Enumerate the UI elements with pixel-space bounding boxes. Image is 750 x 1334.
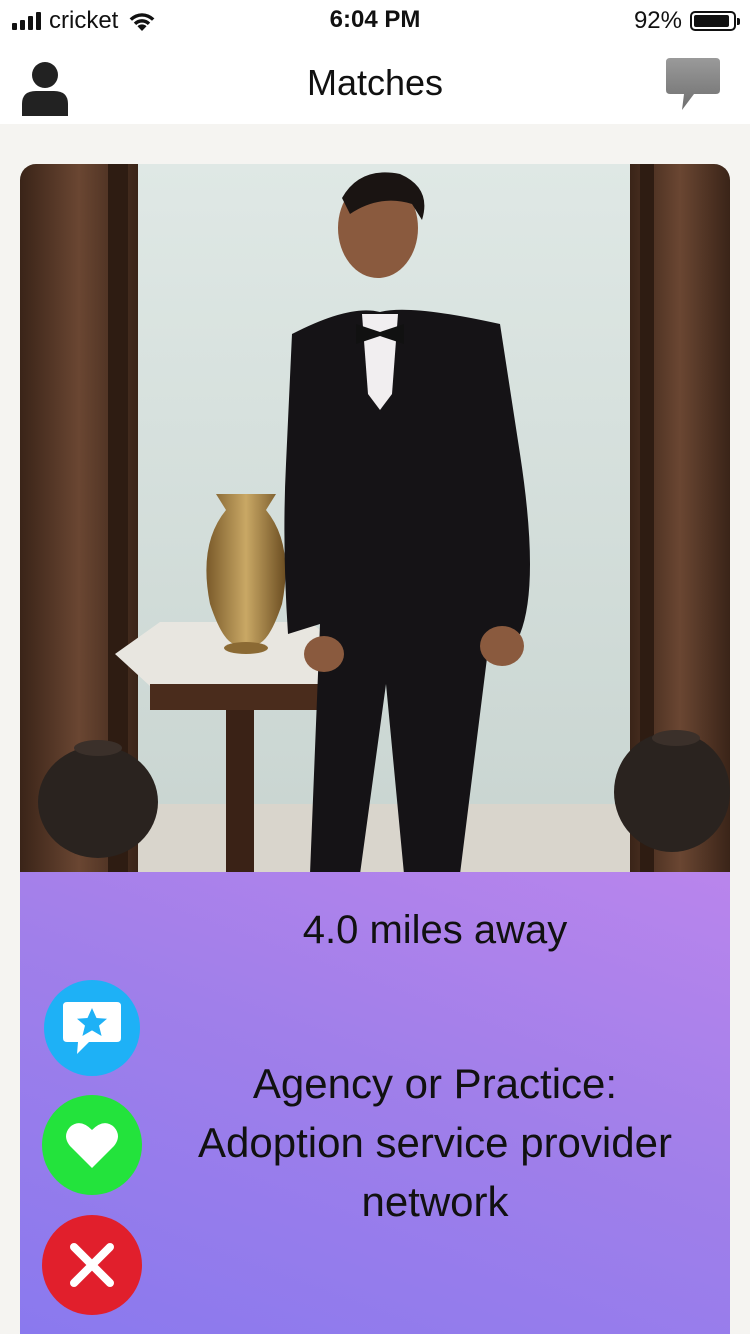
- star-chat-icon: [63, 1002, 121, 1054]
- nav-bar: Matches: [0, 42, 750, 124]
- battery-fill: [694, 15, 729, 27]
- battery-icon: [690, 11, 740, 31]
- agency-info: Agency or Practice: Adoption service pro…: [170, 1054, 700, 1231]
- distance-label: 4.0 miles away: [302, 908, 568, 952]
- like-button[interactable]: [42, 1095, 142, 1195]
- status-bar: cricket 6:04 PM 92%: [0, 0, 750, 42]
- match-card[interactable]: 4.0 miles away Agency or Practice: Adopt…: [20, 164, 730, 1334]
- agency-value: Adoption service provider network: [198, 1119, 672, 1225]
- heart-icon: [66, 1123, 118, 1168]
- agency-label: Agency or Practice:: [252, 1060, 618, 1107]
- battery-cap: [737, 18, 740, 25]
- page-title: Matches: [306, 62, 444, 103]
- super-like-button[interactable]: [44, 980, 140, 1076]
- profile-photo: [20, 164, 730, 874]
- status-right: 92%: [633, 6, 740, 36]
- profile-info-panel: 4.0 miles away Agency or Practice: Adopt…: [20, 872, 730, 1334]
- close-icon: [70, 1243, 114, 1287]
- chat-bubble-icon[interactable]: [664, 56, 722, 112]
- nope-button[interactable]: [42, 1215, 142, 1315]
- battery-percent: 92%: [633, 7, 682, 34]
